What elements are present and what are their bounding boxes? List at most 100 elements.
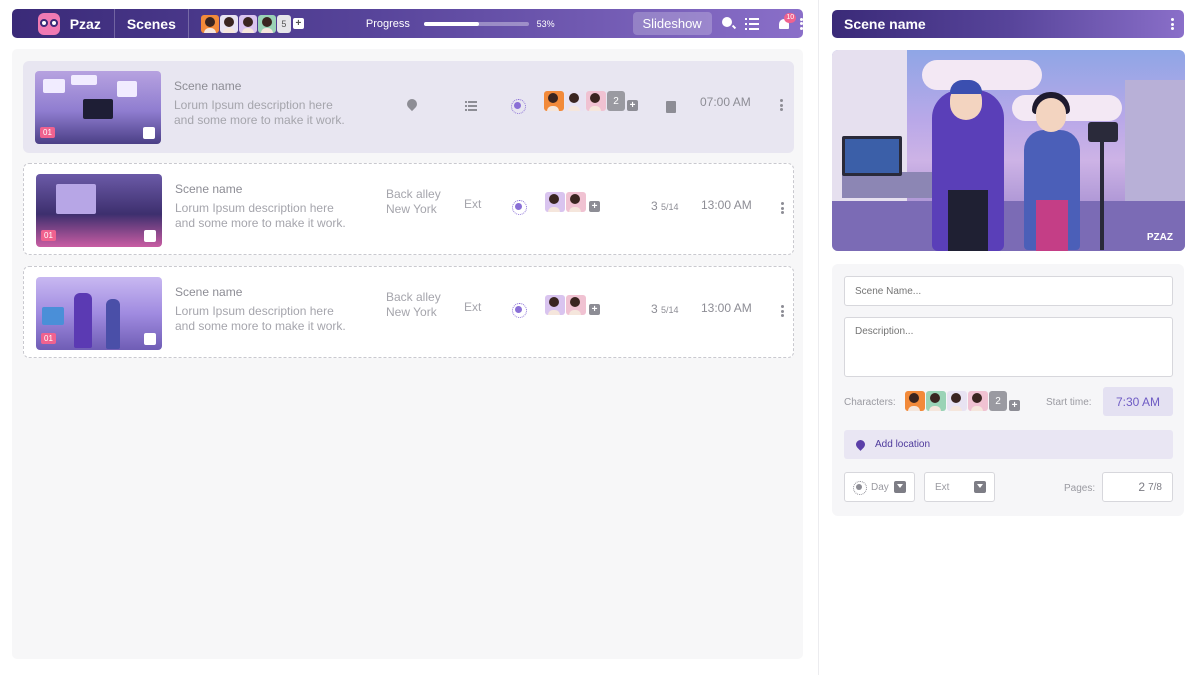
divider [187,9,189,38]
pin-icon[interactable] [404,96,420,112]
add-character-button[interactable]: + [627,99,638,111]
start-time-field[interactable]: 7:30 AM [1103,387,1173,416]
scene-description: Lorum Ipsum description here and some mo… [175,201,346,230]
avatar[interactable] [200,14,219,33]
avatar[interactable] [947,391,967,411]
description-textarea[interactable] [844,317,1173,377]
scene-int-ext[interactable]: Ext [464,300,481,314]
avatar[interactable] [926,391,946,411]
collaborator-avatars[interactable]: 5 + [200,14,304,33]
add-location-button[interactable]: Add location [844,430,1173,459]
avatar[interactable] [905,391,925,411]
pages-label: Pages: [1064,483,1096,494]
avatar[interactable] [545,192,565,212]
scene-preview-image[interactable]: PZAZ [832,50,1185,251]
add-character-button[interactable]: + [1009,399,1020,411]
more-icon[interactable] [1170,18,1174,30]
progress-fill [423,21,480,26]
section-title[interactable]: Scenes [115,16,188,32]
scene-name: Scene name [175,182,243,196]
detail-header: Scene name [832,10,1184,38]
add-collaborator-button[interactable]: + [292,18,304,29]
caret-down-icon [894,481,906,493]
scene-pages: 3 5/14 [651,302,679,316]
scene-form: Characters: 2 + Start time: 7:30 AM Add … [832,264,1184,516]
sun-icon[interactable] [511,99,526,114]
scene-row[interactable]: 01 Scene name Lorum Ipsum description he… [23,266,794,358]
logo-icon[interactable] [38,12,60,35]
more-icon[interactable] [781,305,784,317]
notification-badge: 10 [784,12,797,23]
collaborators-count[interactable]: 5 [276,14,291,33]
search-icon[interactable] [721,16,736,31]
start-time-label: Start time: [1046,397,1092,408]
sun-icon[interactable] [512,200,527,215]
progress-percent: 53% [536,18,555,29]
detail-title: Scene name [844,16,926,32]
avatar[interactable] [238,14,257,33]
scene-description: Lorum Ipsum description here and some mo… [175,304,346,333]
scene-list: 01 Scene name Lorum Ipsum description he… [12,49,803,659]
scene-row[interactable]: 01 Scene name Lorum Ipsum description he… [23,61,794,153]
characters-picker[interactable]: 2 + [905,391,1020,411]
scene-checkbox[interactable] [144,230,156,242]
scene-location[interactable]: Back alley New York [386,290,441,320]
more-icon[interactable] [799,17,803,30]
avatar[interactable] [566,295,586,315]
scene-name: Scene name [174,79,242,93]
panel-divider [818,0,819,675]
more-icon[interactable] [780,99,783,111]
scene-number: 01 [40,127,55,138]
day-night-select[interactable]: Day [844,472,915,502]
scene-row[interactable]: 01 Scene name Lorum Ipsum description he… [23,163,794,255]
scene-time: 13:00 AM [701,301,752,315]
scene-characters[interactable]: + [545,192,600,212]
progress-bar [423,21,529,26]
avatar[interactable] [545,295,565,315]
top-bar: Pzaz Scenes 5 + Progress 53% Slideshow 1… [12,9,803,38]
scene-time: 13:00 AM [701,198,752,212]
more-icon[interactable] [781,202,784,214]
avatar[interactable] [257,14,276,33]
add-character-button[interactable]: + [589,200,600,212]
add-character-button[interactable]: + [589,303,600,315]
characters-count[interactable]: 2 [607,91,625,111]
int-ext-select[interactable]: Ext [924,472,995,502]
sun-icon[interactable] [512,303,527,318]
scene-description: Lorum Ipsum description here and some mo… [174,98,345,127]
scene-characters[interactable]: + [545,295,600,315]
scene-checkbox[interactable] [144,333,156,345]
list-icon[interactable] [465,101,477,111]
avatar[interactable] [565,91,585,111]
scene-name: Scene name [175,285,243,299]
scene-time: 07:00 AM [700,95,751,109]
avatar[interactable] [544,91,564,111]
avatar[interactable] [566,192,586,212]
scene-number: 01 [41,333,56,344]
scene-int-ext[interactable]: Ext [464,197,481,211]
scene-checkbox[interactable] [143,127,155,139]
brand-name: Pzaz [69,15,101,32]
pages-field[interactable]: 2 7/8 [1102,472,1173,502]
add-location-label: Add location [875,439,931,450]
scene-pages: 3 5/14 [651,199,679,213]
list-icon[interactable] [745,16,760,31]
scene-thumbnail[interactable]: 01 [36,174,162,247]
scene-location[interactable]: Back alley New York [386,187,441,217]
scene-name-input[interactable] [844,276,1173,306]
characters-count[interactable]: 2 [989,391,1007,411]
sun-icon [853,481,867,495]
scene-thumbnail[interactable]: 01 [36,277,162,350]
avatar[interactable] [219,14,238,33]
avatar[interactable] [968,391,988,411]
progress-label: Progress [365,17,410,30]
pin-icon [854,438,867,451]
slideshow-button[interactable]: Slideshow [632,12,712,35]
document-icon[interactable] [666,101,676,113]
avatar[interactable] [586,91,606,111]
watermark-logo: PZAZ [1146,232,1173,243]
bell-icon[interactable]: 10 [777,12,797,31]
caret-down-icon [974,481,986,493]
scene-thumbnail[interactable]: 01 [35,71,161,144]
scene-characters[interactable]: 2 + [544,91,638,111]
